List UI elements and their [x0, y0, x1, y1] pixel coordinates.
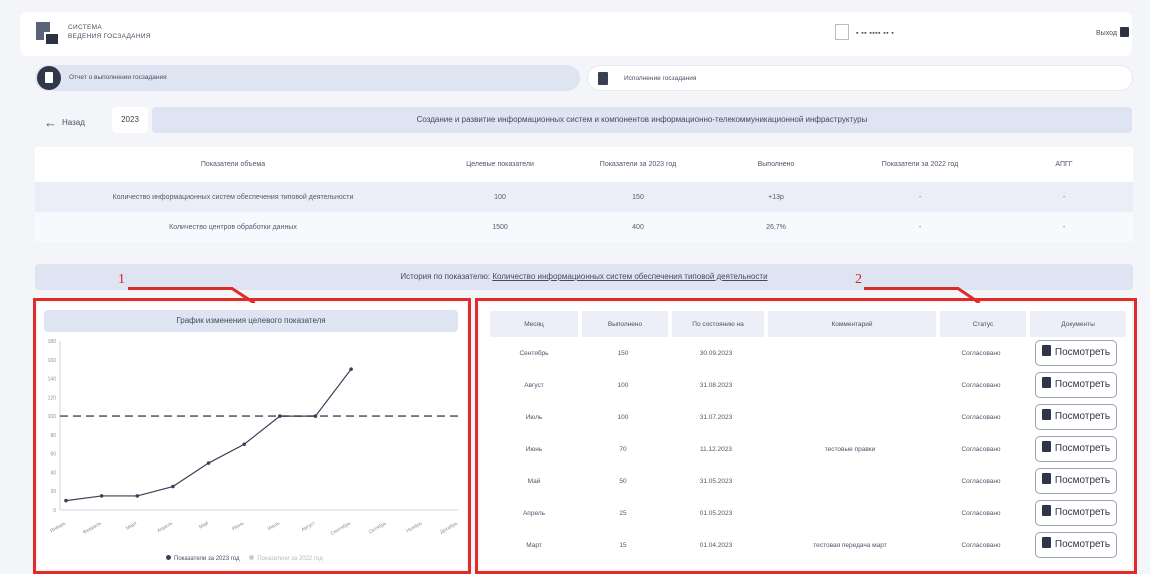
user-name: ▪ ▪▪ ▪▪▪▪ ▪▪ ▪ [856, 30, 895, 37]
table-cell: - [995, 182, 1133, 212]
table-cell: Количество информационных систем обеспеч… [35, 182, 431, 212]
column-header: Целевые показатели [431, 147, 569, 182]
callout-line-1a [128, 287, 233, 290]
brand-name: СИСТЕМА ВЕДЕНИЯ ГОСЗАДАНИЯ [68, 23, 151, 41]
table-cell: - [995, 212, 1133, 242]
table-cell: 150 [569, 182, 707, 212]
table-row[interactable]: Количество центров обработки данных 1500… [35, 212, 1133, 242]
table-row[interactable]: Количество информационных систем обеспеч… [35, 182, 1133, 212]
history-indicator-link[interactable]: Количество информационных систем обеспеч… [492, 272, 767, 281]
arrow-left-icon: ← [44, 115, 57, 130]
highlight-box-2 [475, 298, 1137, 574]
table-cell: - [845, 212, 995, 242]
brand-line-1: СИСТЕМА [68, 24, 103, 31]
logout-icon [1119, 27, 1129, 37]
tabs-row: Отчет о выполнении госзадания Исполнение… [35, 65, 1133, 91]
tab-execution[interactable]: Исполнение госзадания [587, 65, 1133, 91]
table-cell: - [845, 182, 995, 212]
year-selector[interactable]: 2023 [112, 107, 148, 133]
history-prefix: История по показателю: [400, 272, 491, 281]
tab-report[interactable]: Отчет о выполнении госзадания [35, 65, 580, 91]
document-icon [598, 72, 608, 85]
column-header: Выполнено [707, 147, 845, 182]
avatar [835, 24, 849, 40]
brand-line-2: ВЕДЕНИЯ ГОСЗАДАНИЯ [68, 33, 151, 40]
tab-report-label: Отчет о выполнении госзадания [69, 74, 167, 81]
back-button[interactable]: ← Назад [44, 115, 85, 130]
document-icon [37, 66, 61, 90]
column-header: Показатели объема [35, 147, 431, 182]
callout-line-2a [864, 287, 959, 290]
table-header-row: Показатели объема Целевые показатели Пок… [35, 147, 1133, 182]
callout-number-1: 1 [118, 272, 125, 287]
column-header: Показатели за 2022 год [845, 147, 995, 182]
table-cell: 26,7% [707, 212, 845, 242]
table-cell: +13р [707, 182, 845, 212]
table-cell: 400 [569, 212, 707, 242]
table-cell: 100 [431, 182, 569, 212]
app-logo[interactable] [36, 22, 62, 48]
logout-label: Выход [1096, 30, 1117, 37]
highlight-box-1 [33, 298, 471, 574]
callout-number-2: 2 [855, 272, 862, 287]
back-label: Назад [62, 118, 85, 127]
logout-button[interactable]: Выход [1096, 27, 1129, 37]
indicators-table: Показатели объема Целевые показатели Пок… [35, 147, 1133, 242]
table-cell: 1500 [431, 212, 569, 242]
tab-execution-label: Исполнение госзадания [624, 75, 697, 82]
page-title: Создание и развитие информационных систе… [152, 107, 1132, 133]
table-cell: Количество центров обработки данных [35, 212, 431, 242]
column-header: Показатели за 2023 год [569, 147, 707, 182]
app-header: СИСТЕМА ВЕДЕНИЯ ГОСЗАДАНИЯ ▪ ▪▪ ▪▪▪▪ ▪▪ … [20, 12, 1132, 56]
column-header: АПГГ [995, 147, 1133, 182]
